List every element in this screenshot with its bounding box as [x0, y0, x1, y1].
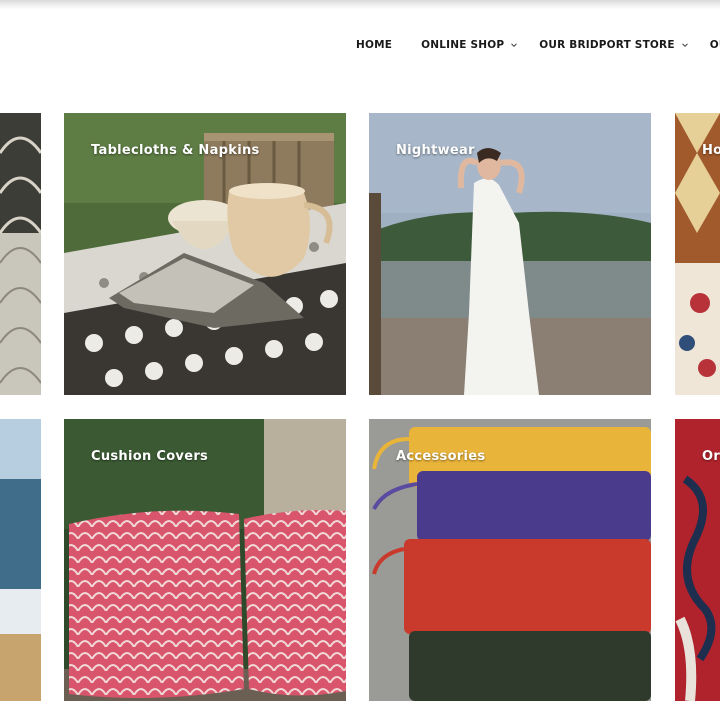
- nav-bridport-store-label: OUR BRIDPORT STORE: [539, 39, 675, 51]
- category-tile-cushion-covers[interactable]: Cushion Covers: [64, 419, 346, 701]
- category-tile-nightwear[interactable]: Nightwear: [369, 113, 651, 395]
- nav-partial-item[interactable]: OU: [710, 39, 720, 51]
- nav-online-shop[interactable]: ONLINE SHOP: [421, 39, 518, 51]
- tile-label: Accessories: [396, 449, 486, 464]
- nav-partial-label: OU: [709, 39, 720, 51]
- beach-image: [0, 419, 41, 701]
- chevron-down-icon: [681, 43, 688, 48]
- tile-label: Ho: [702, 143, 720, 158]
- nav-home-label: HOME: [356, 39, 393, 51]
- chevron-down-icon: [511, 43, 518, 48]
- nav-home[interactable]: HOME: [356, 39, 392, 51]
- tile-label: Or: [702, 449, 720, 464]
- tile-label: Tablecloths & Napkins: [91, 143, 260, 158]
- browser-top-shadow: [0, 0, 720, 10]
- tile-label: Nightwear: [396, 143, 475, 158]
- category-tile-partial-left-1[interactable]: [0, 113, 41, 395]
- category-tile-accessories[interactable]: Accessories: [369, 419, 651, 701]
- main-nav: HOME ONLINE SHOP OUR BRIDPORT STORE OU: [356, 36, 720, 54]
- category-tile-tablecloths[interactable]: Tablecloths & Napkins: [64, 113, 346, 395]
- tile-label: Cushion Covers: [91, 449, 209, 464]
- category-tile-partial-right-1[interactable]: Ho: [675, 113, 720, 395]
- nav-online-shop-label: ONLINE SHOP: [421, 39, 505, 51]
- category-tile-partial-right-2[interactable]: Or: [675, 419, 720, 701]
- fan-pattern-image: [0, 113, 41, 395]
- nav-bridport-store[interactable]: OUR BRIDPORT STORE: [539, 39, 688, 51]
- category-tile-partial-left-2[interactable]: [0, 419, 41, 701]
